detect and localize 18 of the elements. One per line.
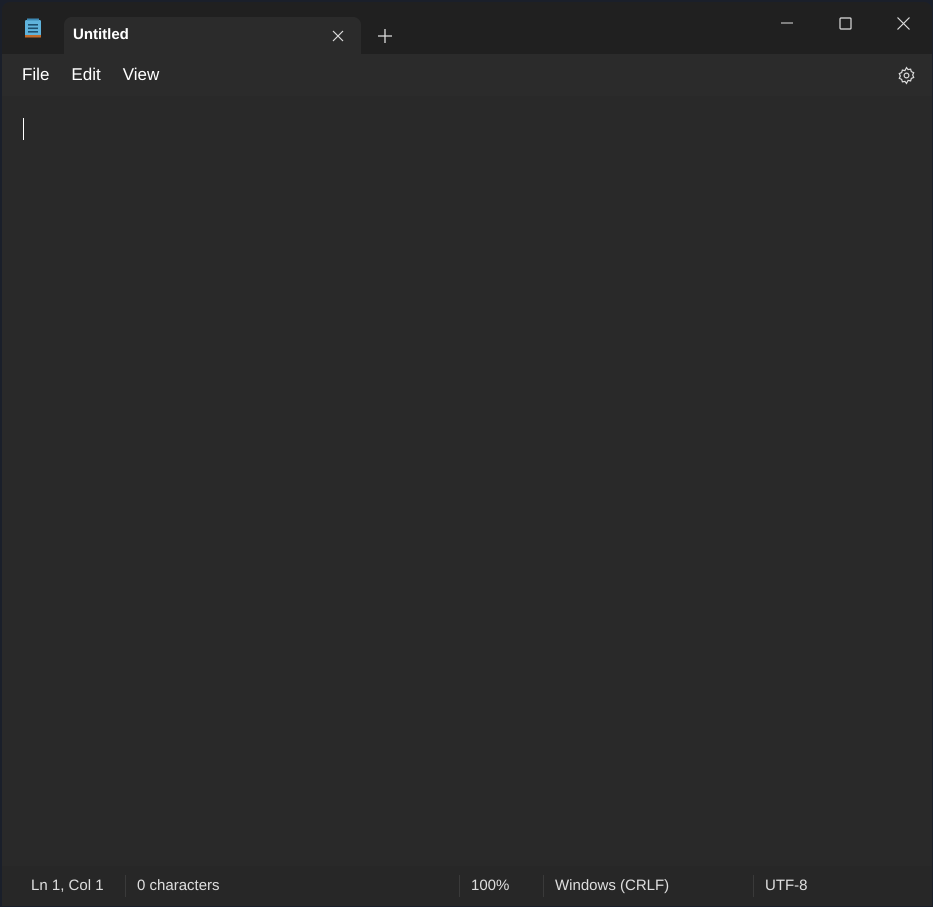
encoding-status[interactable]: UTF-8 [765,877,808,894]
menu-item[interactable]: Edit [60,58,112,92]
minimize-icon [780,22,792,24]
zoom-status[interactable]: 100% [471,877,510,894]
close-icon [896,16,910,30]
notepad-icon [24,18,42,38]
close-icon [332,30,344,42]
maximize-icon [838,16,852,30]
menu-item[interactable]: View [112,58,170,92]
count-status[interactable]: 0 characters [137,877,220,894]
line-ending-status[interactable]: Windows (CRLF) [555,877,670,894]
text-cursor [23,118,24,140]
plus-icon [378,28,392,42]
tab-title: Untitled [73,25,130,46]
settings-icon [896,66,916,84]
position-status[interactable]: Ln 1, Col 1 [31,877,104,894]
menu-item[interactable]: File [11,58,60,92]
document-tab[interactable]: Untitled [64,17,361,54]
